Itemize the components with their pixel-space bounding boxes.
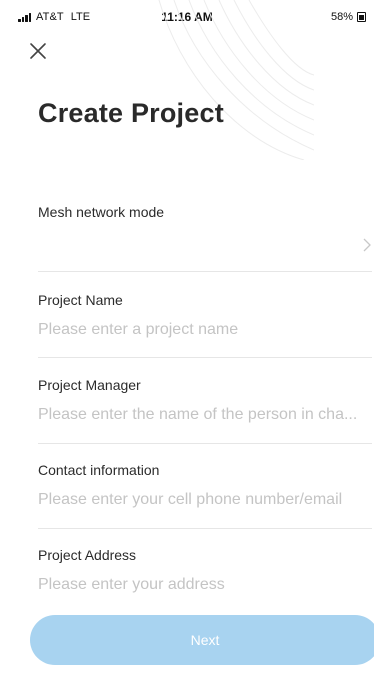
contact-information-label: Contact information bbox=[38, 462, 160, 478]
page-title: Create Project bbox=[38, 98, 224, 128]
project-name-input[interactable] bbox=[38, 321, 372, 339]
close-button[interactable] bbox=[27, 40, 49, 62]
contact-information-input[interactable] bbox=[38, 491, 372, 509]
contact-information-field: Contact information bbox=[38, 462, 372, 529]
status-bar: AT&T LTE 11:16 AM 58% bbox=[0, 0, 374, 34]
project-name-field: Project Name bbox=[38, 292, 372, 358]
project-address-field: Project Address bbox=[38, 547, 372, 613]
project-address-label: Project Address bbox=[38, 547, 137, 563]
project-manager-input[interactable] bbox=[38, 406, 372, 424]
chevron-right-icon bbox=[363, 238, 371, 252]
battery-percent: 58% bbox=[330, 11, 353, 23]
mesh-network-mode-label: Mesh network mode bbox=[38, 204, 165, 220]
project-manager-field: Project Manager bbox=[38, 377, 372, 444]
project-address-input[interactable] bbox=[38, 576, 372, 594]
next-button[interactable]: Next bbox=[30, 615, 374, 665]
close-icon bbox=[30, 43, 46, 59]
project-manager-label: Project Manager bbox=[38, 377, 141, 393]
mesh-network-mode-field[interactable]: Mesh network mode bbox=[38, 204, 372, 272]
status-right: 58% bbox=[331, 11, 366, 23]
battery-icon bbox=[357, 12, 366, 22]
status-time: 11:16 AM bbox=[161, 10, 213, 24]
project-name-label: Project Name bbox=[38, 292, 123, 308]
